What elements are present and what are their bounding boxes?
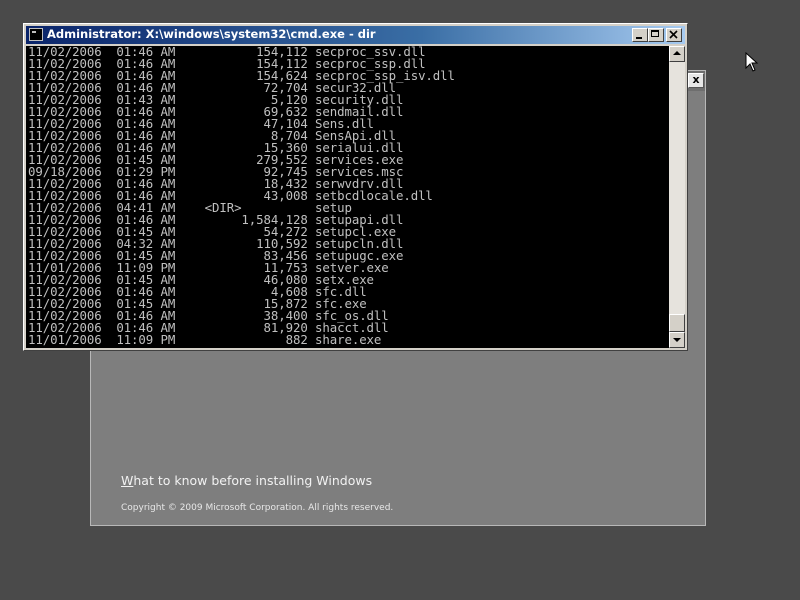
close-icon: [669, 30, 678, 39]
scroll-thumb[interactable]: [669, 314, 685, 332]
desktop: x What to know before installing Windows…: [0, 0, 800, 600]
maximize-button[interactable]: [648, 28, 664, 42]
console-lines: 11/02/2006 01:46 AM 154,112 secproc_ssv.…: [28, 46, 455, 346]
copyright-text: Copyright © 2009 Microsoft Corporation. …: [121, 503, 394, 513]
close-button[interactable]: [666, 28, 682, 42]
scroll-up-button[interactable]: [669, 46, 685, 62]
minimize-button[interactable]: [632, 28, 648, 42]
vertical-scrollbar[interactable]: [669, 46, 685, 348]
setup-close-button[interactable]: x: [688, 73, 704, 88]
link-access-key: W: [121, 473, 134, 488]
scroll-down-button[interactable]: [669, 332, 685, 348]
cmd-window[interactable]: Administrator: X:\windows\system32\cmd.e…: [23, 23, 688, 351]
cmd-titlebar[interactable]: Administrator: X:\windows\system32\cmd.e…: [26, 26, 685, 44]
link-text: hat to know before installing Windows: [133, 473, 373, 488]
window-title: Administrator: X:\windows\system32\cmd.e…: [47, 27, 376, 41]
what-to-know-link[interactable]: What to know before installing Windows: [121, 473, 372, 488]
console-output[interactable]: 11/02/2006 01:46 AM 154,112 secproc_ssv.…: [26, 46, 669, 348]
console-line: 11/01/2006 11:09 PM 882 share.exe: [28, 332, 382, 347]
console-icon[interactable]: [29, 28, 43, 41]
mouse-pointer-icon: [745, 52, 759, 72]
